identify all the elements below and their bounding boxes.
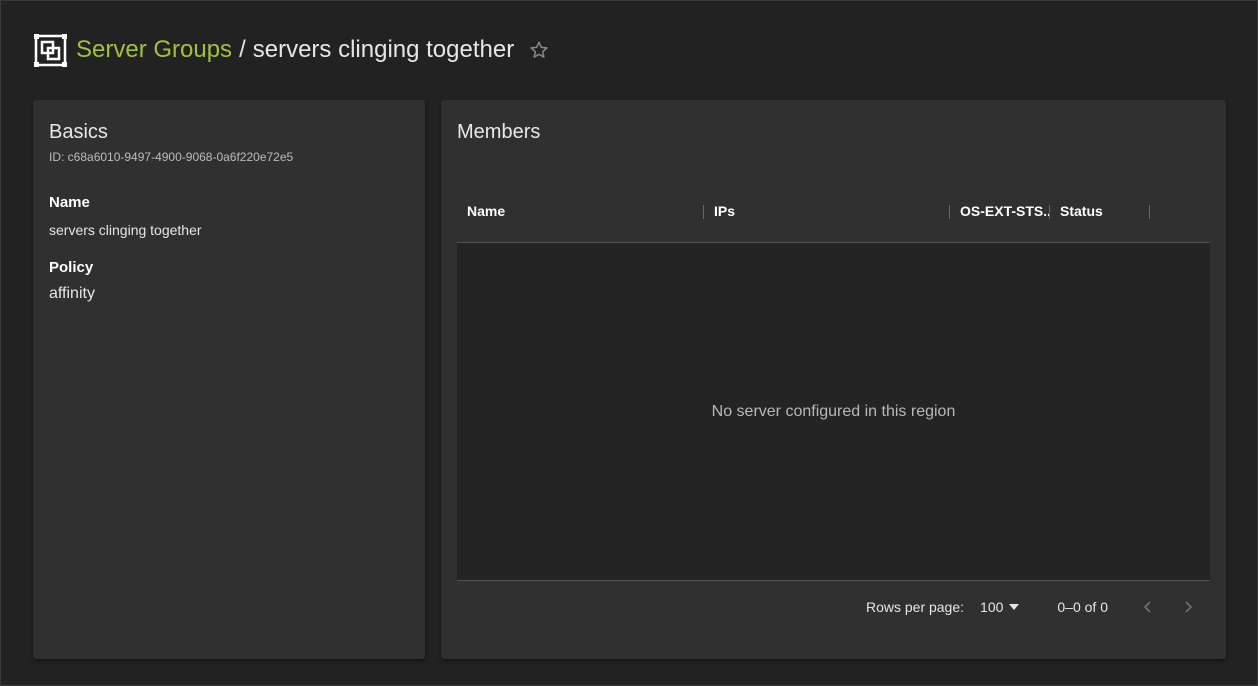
basics-title: Basics	[49, 121, 108, 143]
name-label: Name	[49, 194, 90, 211]
table-body: No server configured in this region	[457, 243, 1210, 581]
column-header-os-ext-sts[interactable]: OS-EXT-STS...	[950, 180, 1050, 242]
chevron-left-icon	[1143, 601, 1151, 613]
members-card: Members Name IPs OS-EXT-STS... Status No…	[441, 100, 1226, 659]
chevron-right-icon	[1185, 601, 1193, 613]
column-header-label: Status	[1060, 203, 1103, 219]
page-title: servers clinging together	[252, 36, 515, 63]
server-group-id: ID: c68a6010-9497-4900-9068-0a6f220e72e5	[49, 150, 294, 164]
basics-card: Basics ID: c68a6010-9497-4900-9068-0a6f2…	[33, 100, 425, 659]
pagination-range: 0–0 of 0	[1057, 599, 1108, 615]
policy-value: affinity	[49, 285, 95, 302]
star-outline-icon[interactable]	[528, 39, 550, 61]
breadcrumb-server-groups-link[interactable]: Server Groups	[76, 36, 232, 64]
next-page-button[interactable]	[1176, 595, 1200, 619]
rows-per-page-value: 100	[980, 599, 1004, 615]
page-header: Server Groups / servers clinging togethe…	[34, 32, 550, 68]
members-table: Name IPs OS-EXT-STS... Status No server …	[457, 180, 1210, 633]
rows-per-page-label: Rows per page:	[865, 599, 965, 615]
name-value: servers clinging together	[49, 222, 202, 238]
server-group-icon	[34, 33, 67, 67]
policy-label: Policy	[49, 259, 94, 276]
pagination: Rows per page: 100 0–0 of 0	[457, 581, 1210, 633]
members-title: Members	[457, 121, 541, 143]
column-header-label: Name	[467, 203, 506, 219]
breadcrumb: Server Groups / servers clinging togethe…	[76, 36, 514, 64]
column-header-name[interactable]: Name	[457, 180, 704, 242]
empty-state-message: No server configured in this region	[711, 402, 956, 420]
column-header-label: OS-EXT-STS...	[960, 203, 1050, 219]
caret-down-icon	[1009, 604, 1020, 610]
breadcrumb-separator: /	[239, 36, 246, 63]
column-header-ips[interactable]: IPs	[704, 180, 950, 242]
column-separator[interactable]	[1149, 205, 1150, 219]
previous-page-button[interactable]	[1136, 595, 1160, 619]
table-header: Name IPs OS-EXT-STS... Status	[457, 180, 1210, 243]
rows-per-page-select[interactable]: 100	[980, 599, 1020, 615]
column-header-label: IPs	[714, 203, 736, 219]
column-header-status[interactable]: Status	[1050, 180, 1150, 242]
